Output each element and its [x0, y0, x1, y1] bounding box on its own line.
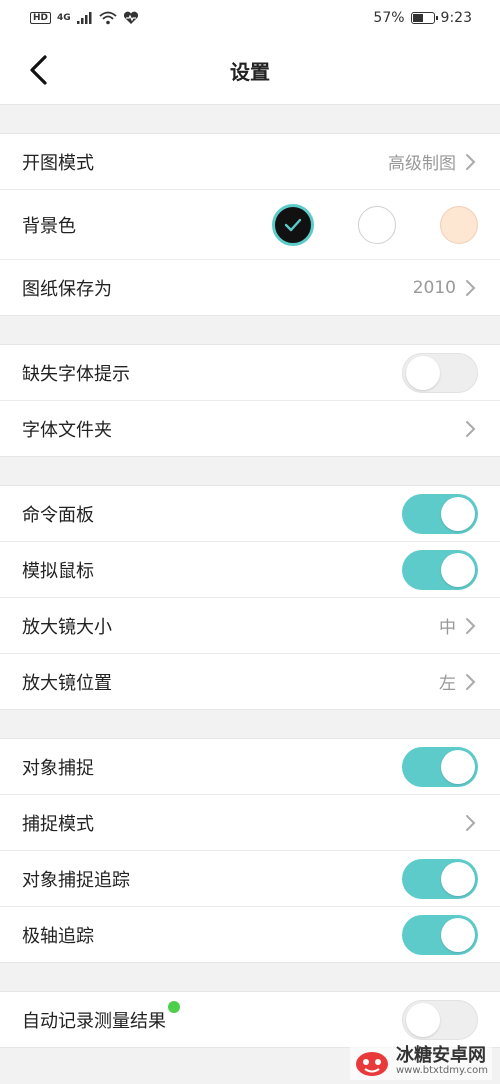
signal-icon	[76, 12, 92, 24]
watermark-main: 冰糖安卓网	[395, 1045, 486, 1067]
color-options	[272, 203, 478, 246]
watermark-url: www.btxtdmy.com	[395, 1065, 488, 1077]
toggle-knob	[441, 917, 475, 952]
heart-rate-icon	[123, 11, 138, 24]
status-left: HD 4G	[30, 11, 139, 25]
clock: 9:23	[440, 10, 472, 26]
chevron-left-icon	[30, 55, 47, 85]
setting-row-auto-record: 自动记录测量结果	[0, 992, 500, 1048]
setting-row-magnifier-size[interactable]: 放大镜大小 中	[0, 598, 500, 654]
hd-indicator: HD	[30, 12, 52, 24]
setting-label: 模拟鼠标	[22, 560, 94, 582]
settings-group-measure: 自动记录测量结果	[0, 992, 500, 1048]
setting-label: 字体文件夹	[22, 419, 112, 441]
toggle-knob	[406, 355, 440, 390]
missing-font-toggle[interactable]	[402, 352, 478, 393]
section-gap	[0, 316, 500, 345]
check-icon	[284, 218, 302, 231]
network-label: 4G	[57, 13, 71, 23]
setting-row-simulate-mouse: 模拟鼠标	[0, 542, 500, 598]
setting-label: 极轴追踪	[22, 925, 94, 947]
settings-group-display: 开图模式 高级制图 背景色 图纸保存为 2010	[0, 134, 500, 316]
settings-group-fonts: 缺失字体提示 字体文件夹	[0, 345, 500, 457]
setting-label: 对象捕捉	[22, 757, 94, 779]
status-right: 57% 9:23	[373, 10, 472, 26]
setting-value-wrap: 中	[439, 613, 478, 638]
toggle-knob	[441, 861, 475, 896]
color-swatch-peach[interactable]	[440, 205, 478, 244]
chevron-right-icon	[466, 420, 476, 437]
setting-label-wrap: 自动记录测量结果	[22, 1000, 180, 1033]
page-title: 设置	[230, 59, 270, 84]
chevron-right-icon	[466, 673, 476, 690]
setting-label: 自动记录测量结果	[22, 1010, 166, 1032]
setting-row-object-snap: 对象捕捉	[0, 739, 500, 795]
setting-label: 开图模式	[22, 152, 94, 174]
chevron-right-icon	[466, 617, 476, 634]
settings-group-snap: 对象捕捉 捕捉模式 对象捕捉追踪 极轴追踪	[0, 739, 500, 963]
setting-label: 放大镜位置	[22, 672, 112, 694]
section-gap	[0, 710, 500, 739]
toggle-knob	[441, 749, 475, 784]
chevron-right-icon	[466, 814, 476, 831]
setting-row-magnifier-position[interactable]: 放大镜位置 左	[0, 654, 500, 710]
object-snap-toggle[interactable]	[402, 746, 478, 787]
toggle-knob	[441, 496, 475, 531]
auto-record-toggle[interactable]	[402, 999, 478, 1040]
nav-bar: 设置	[0, 36, 500, 105]
snap-tracking-toggle[interactable]	[402, 858, 478, 899]
watermark-logo-icon	[355, 1052, 388, 1076]
setting-row-snap-tracking: 对象捕捉追踪	[0, 851, 500, 907]
setting-label: 命令面板	[22, 504, 94, 526]
setting-value-wrap	[462, 419, 478, 439]
setting-row-background-color: 背景色	[0, 190, 500, 260]
section-gap	[0, 963, 500, 992]
setting-value: 高级制图	[388, 154, 456, 174]
toggle-knob	[441, 552, 475, 587]
toggle-knob	[406, 1002, 440, 1037]
color-swatch-white[interactable]	[358, 205, 396, 244]
setting-label: 缺失字体提示	[22, 363, 130, 385]
battery-percent: 57%	[373, 10, 405, 26]
chevron-right-icon	[466, 279, 476, 296]
setting-value-wrap: 高级制图	[388, 149, 478, 174]
setting-row-font-folder[interactable]: 字体文件夹	[0, 401, 500, 457]
setting-value-wrap: 左	[439, 669, 478, 694]
setting-row-open-mode[interactable]: 开图模式 高级制图	[0, 134, 500, 190]
wifi-icon	[99, 11, 117, 25]
polar-tracking-toggle[interactable]	[402, 914, 478, 955]
settings-group-input: 命令面板 模拟鼠标 放大镜大小 中 放大镜位置 左	[0, 486, 500, 710]
chevron-right-icon	[466, 153, 476, 170]
setting-value: 中	[439, 618, 456, 638]
watermark: 冰糖安卓网 www.btxtdmy.com	[349, 1044, 492, 1080]
new-badge-icon	[168, 1000, 180, 1013]
setting-value-wrap: 2010	[413, 278, 478, 298]
setting-label: 背景色	[22, 215, 76, 237]
setting-row-command-panel: 命令面板	[0, 486, 500, 542]
setting-label: 捕捉模式	[22, 813, 94, 835]
setting-row-snap-mode[interactable]: 捕捉模式	[0, 795, 500, 851]
back-button[interactable]	[18, 50, 58, 90]
battery-icon	[410, 12, 438, 24]
setting-value-wrap	[462, 813, 478, 833]
watermark-text: 冰糖安卓网 www.btxtdmy.com	[395, 1045, 488, 1077]
setting-label: 放大镜大小	[22, 616, 112, 638]
section-gap	[0, 105, 500, 134]
simulate-mouse-toggle[interactable]	[402, 549, 478, 590]
setting-row-save-as[interactable]: 图纸保存为 2010	[0, 260, 500, 316]
setting-row-polar-tracking: 极轴追踪	[0, 907, 500, 963]
setting-label: 图纸保存为	[22, 278, 112, 300]
setting-row-missing-font: 缺失字体提示	[0, 345, 500, 401]
setting-value: 左	[439, 674, 456, 694]
setting-value: 2010	[412, 277, 456, 298]
color-swatch-black[interactable]	[272, 203, 314, 246]
setting-label: 对象捕捉追踪	[22, 869, 130, 891]
section-gap	[0, 457, 500, 486]
status-bar: HD 4G 57% 9:23	[0, 0, 500, 36]
command-panel-toggle[interactable]	[402, 493, 478, 534]
